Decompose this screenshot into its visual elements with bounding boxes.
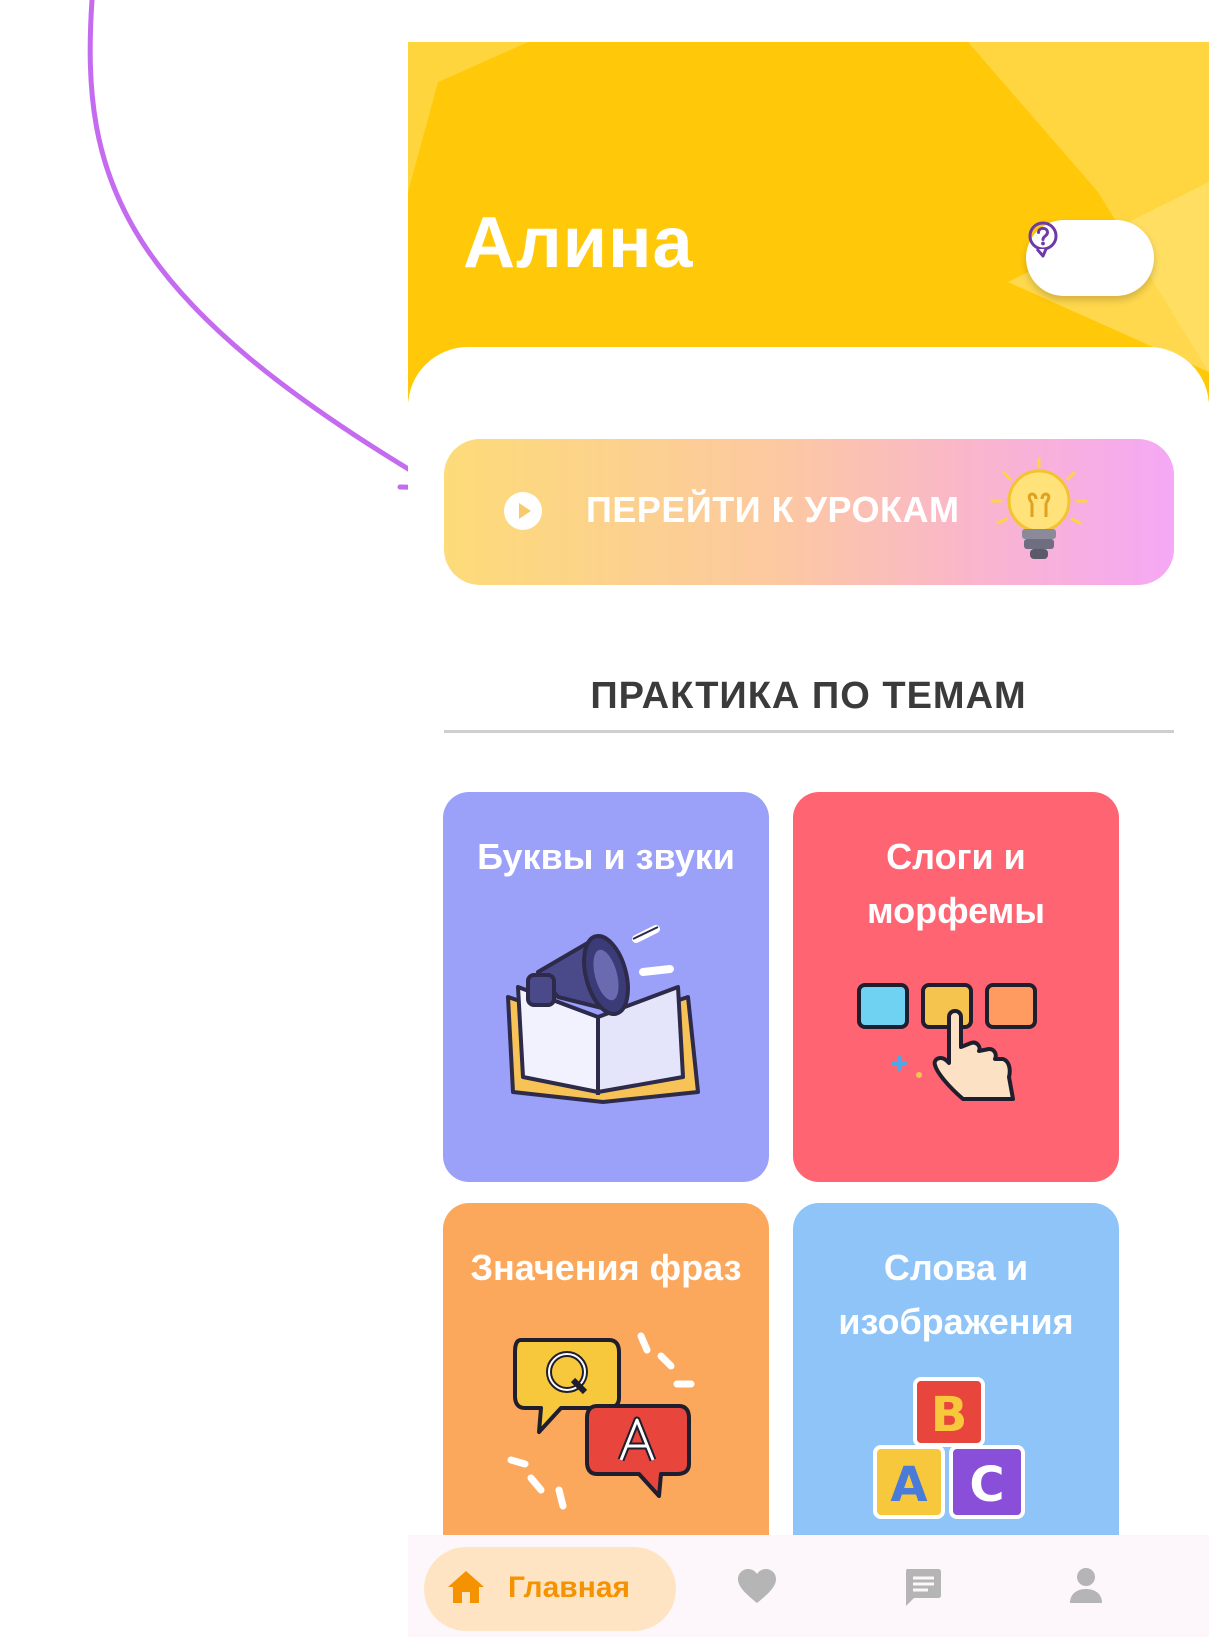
card-title: Слоги и морфемы (866, 836, 1046, 931)
svg-text:B: B (931, 1387, 968, 1443)
main-content: ПЕРЕЙТИ К УРОКАМ ПРАКТИКА ПО ТЕМАМ Буквы… (408, 347, 1209, 1637)
user-name: Алина (463, 203, 694, 283)
nav-home[interactable]: Главная (424, 1547, 676, 1631)
section-divider (444, 730, 1174, 733)
annotation-arrow (87, 0, 447, 491)
megaphone-book-icon (506, 925, 700, 1104)
home-icon (448, 1571, 484, 1603)
practice-section-title: ПРАКТИКА ПО ТЕМАМ (590, 675, 1027, 717)
nav-home-label: Главная (508, 1571, 631, 1604)
qa-bubbles-icon (507, 1332, 695, 1510)
card-title: Буквы и звуки (477, 836, 735, 877)
go-to-lessons-label: ПЕРЕЙТИ К УРОКАМ (586, 489, 960, 530)
syllable-blocks-icon (857, 983, 1037, 1101)
svg-text:C: C (969, 1457, 1004, 1513)
help-button[interactable] (1026, 220, 1154, 296)
question-circle-icon (1028, 221, 1058, 258)
app-screen: Алина ПЕРЕЙТИ К УРОКАМ ПРАКТИКА ПО ТЕМАМ… (408, 42, 1209, 1637)
play-icon (504, 492, 542, 530)
go-to-lessons-button[interactable]: ПЕРЕЙТИ К УРОКАМ (444, 439, 1174, 585)
profile-icon[interactable] (1068, 1567, 1104, 1605)
heart-icon[interactable] (736, 1567, 778, 1605)
card-syllables-and-morphemes[interactable]: Слоги и морфемы (793, 792, 1119, 1182)
card-letters-and-sounds[interactable]: Буквы и звуки (443, 792, 769, 1182)
abc-blocks-icon: B A C (873, 1377, 1025, 1519)
card-title: Значения фраз (470, 1247, 742, 1288)
svg-text:A: A (890, 1457, 927, 1513)
card-title: Слова и изображения (838, 1247, 1074, 1342)
bottom-navigation: Главная (408, 1535, 1209, 1637)
lightbulb-icon (990, 457, 1088, 559)
chat-icon[interactable] (902, 1567, 942, 1607)
